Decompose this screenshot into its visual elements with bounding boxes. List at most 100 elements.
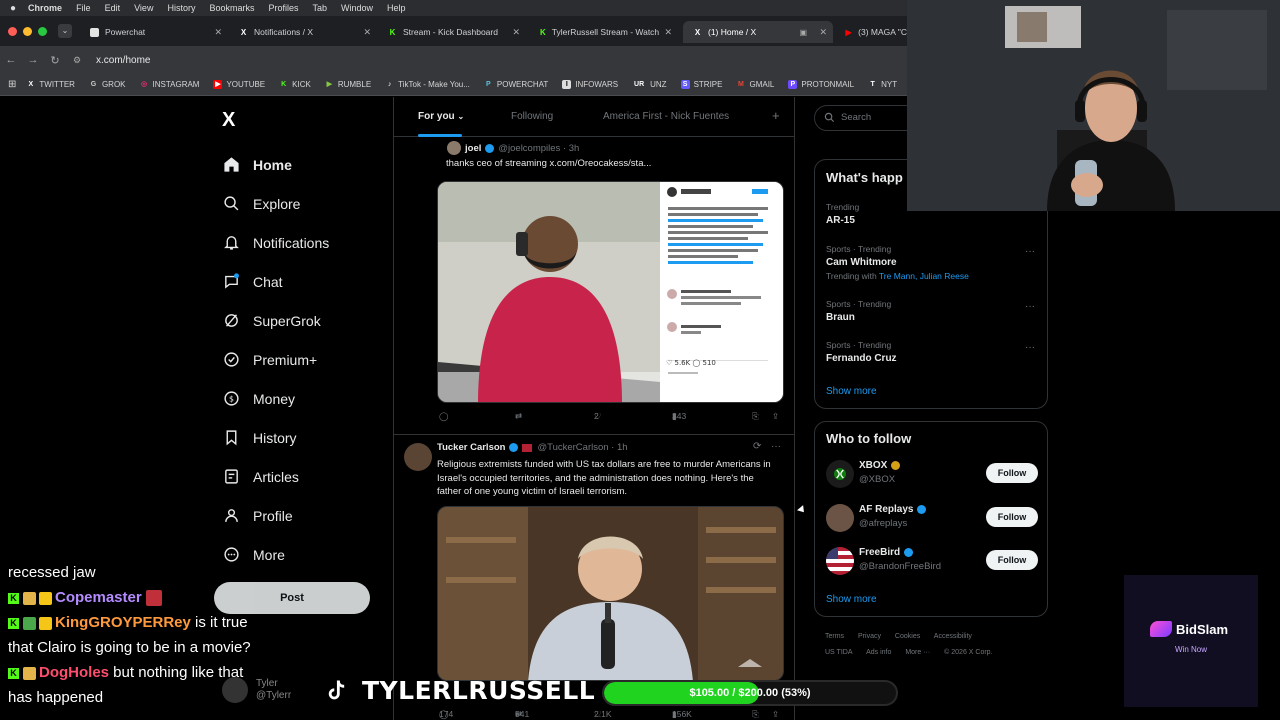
- nav-premium[interactable]: Premium+: [222, 340, 329, 379]
- trend-item[interactable]: Sports · Trending Cam Whitmore Trending …: [826, 244, 969, 281]
- bookmark-kick[interactable]: K KICK: [279, 80, 311, 89]
- tweet-author-handle[interactable]: @TuckerCarlson · 1h: [537, 442, 627, 453]
- sponsor-widget[interactable]: BidSlam Win Now: [1124, 575, 1258, 707]
- bookmark-powerchat[interactable]: P POWERCHAT: [484, 80, 548, 89]
- reply-icon[interactable]: ◯: [439, 411, 449, 422]
- bookmark-twitter[interactable]: X TWITTER: [26, 80, 75, 89]
- tab-notifications-x[interactable]: X Notifications / X ✕: [229, 21, 377, 43]
- tab-home-x[interactable]: X (1) Home / X ▣ ✕: [683, 21, 833, 43]
- menu-file[interactable]: File: [76, 3, 91, 13]
- tab-following[interactable]: Following: [511, 111, 553, 122]
- more-options-icon[interactable]: ···: [1025, 342, 1035, 353]
- more-options-icon[interactable]: ···: [1025, 301, 1035, 312]
- tweet-author-handle[interactable]: @joelcompiles · 3h: [498, 143, 579, 154]
- url-field[interactable]: x.com/home: [96, 55, 150, 66]
- nav-explore[interactable]: Explore: [222, 184, 329, 223]
- close-tab-icon[interactable]: ✕: [664, 27, 672, 38]
- footer-us-tida-link[interactable]: US TIDA: [825, 649, 853, 656]
- follow-button[interactable]: Follow: [986, 507, 1038, 527]
- menu-tab[interactable]: Tab: [313, 3, 328, 13]
- tab-youtube-maga[interactable]: ▶ (3) MAGA "C: [835, 21, 908, 43]
- zoom-window-button[interactable]: [38, 27, 47, 36]
- follow-suggestion[interactable]: AF Replays @afreplays Follow: [826, 502, 1038, 536]
- close-tab-icon[interactable]: ✕: [363, 27, 371, 38]
- grok-icon[interactable]: ⟳: [753, 441, 761, 452]
- site-info-icon[interactable]: ⚙: [66, 55, 88, 66]
- menu-edit[interactable]: Edit: [105, 3, 121, 13]
- tab-for-you[interactable]: For you ⌄: [418, 111, 464, 122]
- follow-suggestion[interactable]: XBOX @XBOX Follow: [826, 458, 1038, 492]
- chat-username[interactable]: Copemaster: [55, 589, 142, 606]
- bookmark-icon[interactable]: ⎘: [752, 411, 759, 422]
- x-logo-icon[interactable]: X: [222, 109, 235, 132]
- nav-chat[interactable]: Chat: [222, 262, 329, 301]
- footer-accessibility-link[interactable]: Accessibility: [934, 633, 972, 640]
- minimize-window-button[interactable]: [23, 27, 32, 36]
- apple-icon[interactable]: ●: [10, 3, 16, 14]
- tweet-media-video[interactable]: [437, 506, 784, 681]
- apps-grid-icon[interactable]: ⊞: [8, 79, 16, 90]
- bookmark-tiktok[interactable]: ♪ TikTok - Make You...: [385, 80, 470, 89]
- tweet-media-image[interactable]: ♡ 5.6K ◯ 510: [437, 181, 784, 403]
- bookmark-rumble[interactable]: ▶ RUMBLE: [325, 80, 372, 89]
- more-options-icon[interactable]: ···: [1025, 246, 1035, 257]
- tweet-author-name[interactable]: Tucker Carlson: [437, 442, 505, 453]
- footer-privacy-link[interactable]: Privacy: [858, 633, 881, 640]
- follow-button[interactable]: Follow: [986, 550, 1038, 570]
- retweet-icon[interactable]: ⇄: [515, 411, 522, 422]
- menu-window[interactable]: Window: [341, 3, 373, 13]
- bookmark-stripe[interactable]: S STRIPE: [680, 80, 722, 89]
- show-more-link[interactable]: Show more: [826, 386, 877, 397]
- follow-suggestion[interactable]: FreeBird @BrandonFreeBird Follow: [826, 545, 1038, 579]
- tab-america-first[interactable]: America First - Nick Fuentes: [603, 111, 729, 122]
- bookmark-grok[interactable]: G GROK: [89, 80, 126, 89]
- tab-powerchat[interactable]: Powerchat ✕: [80, 21, 228, 43]
- bookmark-unz[interactable]: UR UNZ: [632, 80, 667, 89]
- tweet-author-name[interactable]: joel: [465, 143, 481, 154]
- chat-username[interactable]: DogHoles: [39, 664, 109, 681]
- picture-in-picture-icon[interactable]: ▣: [799, 28, 807, 37]
- nav-articles[interactable]: Articles: [222, 457, 329, 496]
- bookmark-nyt[interactable]: T NYT: [868, 80, 897, 89]
- sponsor-cta[interactable]: Win Now: [1124, 645, 1258, 654]
- nav-profile[interactable]: Profile: [222, 496, 329, 535]
- menu-app-name[interactable]: Chrome: [28, 3, 62, 13]
- menu-bookmarks[interactable]: Bookmarks: [209, 3, 254, 13]
- trend-item[interactable]: Trending AR-15: [826, 202, 859, 226]
- nav-history[interactable]: History: [222, 418, 329, 457]
- footer-ads-info-link[interactable]: Ads info: [866, 649, 891, 656]
- more-options-icon[interactable]: ···: [771, 441, 781, 452]
- bookmark-youtube[interactable]: ▶ YOUTUBE: [213, 80, 265, 89]
- menu-history[interactable]: History: [167, 3, 195, 13]
- menu-profiles[interactable]: Profiles: [268, 3, 298, 13]
- tab-tylerrussell-stream[interactable]: K TylerRussell Stream - Watch ✕: [530, 21, 678, 43]
- trend-item[interactable]: Sports · Trending Fernando Cruz: [826, 340, 897, 364]
- follow-button[interactable]: Follow: [986, 463, 1038, 483]
- bookmark-gmail[interactable]: M GMAIL: [736, 80, 774, 89]
- chat-username[interactable]: KingGROYPERRey: [55, 614, 191, 631]
- nav-home[interactable]: Home: [222, 145, 329, 184]
- avatar[interactable]: [447, 141, 461, 155]
- footer-more-link[interactable]: More ···: [905, 649, 930, 656]
- share-icon[interactable]: ⇪: [772, 411, 779, 422]
- trend-related-link[interactable]: Tre Mann, Julian Reese: [879, 271, 969, 281]
- back-arrow-icon[interactable]: ←: [0, 54, 22, 66]
- nav-supergrok[interactable]: SuperGrok: [222, 301, 329, 340]
- footer-cookies-link[interactable]: Cookies: [895, 633, 920, 640]
- close-tab-icon[interactable]: ✕: [214, 27, 222, 38]
- close-window-button[interactable]: [8, 27, 17, 36]
- trend-item[interactable]: Sports · Trending Braun: [826, 299, 891, 323]
- nav-notifications[interactable]: Notifications: [222, 223, 329, 262]
- nav-money[interactable]: $ Money: [222, 379, 329, 418]
- tab-kick-dashboard[interactable]: K Stream - Kick Dashboard ✕: [378, 21, 526, 43]
- tab-search-chevron-icon[interactable]: ⌄: [58, 24, 72, 38]
- reload-icon[interactable]: ↻: [44, 54, 66, 67]
- close-tab-icon[interactable]: ✕: [512, 27, 520, 38]
- close-tab-icon[interactable]: ✕: [819, 27, 827, 38]
- footer-terms-link[interactable]: Terms: [825, 633, 844, 640]
- bookmark-protonmail[interactable]: P PROTONMAIL: [788, 80, 854, 89]
- share-icon[interactable]: ⇪: [772, 709, 779, 720]
- bookmark-infowars[interactable]: I INFOWARS: [562, 80, 618, 89]
- bookmark-instagram[interactable]: ◎ INSTAGRAM: [140, 80, 200, 89]
- forward-arrow-icon[interactable]: →: [22, 54, 44, 66]
